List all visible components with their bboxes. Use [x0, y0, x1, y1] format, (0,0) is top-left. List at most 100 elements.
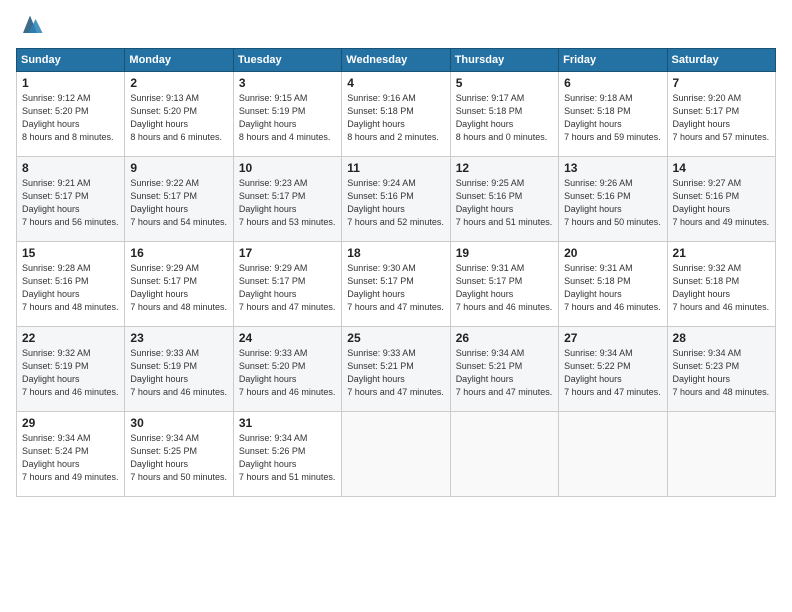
day-number: 11 — [347, 161, 444, 175]
day-info: Sunrise: 9:25 AMSunset: 5:16 PMDaylight … — [456, 177, 553, 229]
day-number: 5 — [456, 76, 553, 90]
day-info: Sunrise: 9:24 AMSunset: 5:16 PMDaylight … — [347, 177, 444, 229]
day-number: 8 — [22, 161, 119, 175]
day-number: 2 — [130, 76, 227, 90]
calendar-cell — [450, 412, 558, 497]
day-number: 21 — [673, 246, 770, 260]
day-number: 16 — [130, 246, 227, 260]
calendar-cell: 9 Sunrise: 9:22 AMSunset: 5:17 PMDayligh… — [125, 157, 233, 242]
day-number: 26 — [456, 331, 553, 345]
calendar-cell: 28 Sunrise: 9:34 AMSunset: 5:23 PMDaylig… — [667, 327, 775, 412]
day-info: Sunrise: 9:34 AMSunset: 5:23 PMDaylight … — [673, 347, 770, 399]
day-number: 30 — [130, 416, 227, 430]
day-number: 19 — [456, 246, 553, 260]
day-info: Sunrise: 9:33 AMSunset: 5:21 PMDaylight … — [347, 347, 444, 399]
calendar-cell: 10 Sunrise: 9:23 AMSunset: 5:17 PMDaylig… — [233, 157, 341, 242]
calendar-cell: 2 Sunrise: 9:13 AMSunset: 5:20 PMDayligh… — [125, 72, 233, 157]
calendar-cell: 24 Sunrise: 9:33 AMSunset: 5:20 PMDaylig… — [233, 327, 341, 412]
day-info: Sunrise: 9:16 AMSunset: 5:18 PMDaylight … — [347, 92, 444, 144]
day-info: Sunrise: 9:29 AMSunset: 5:17 PMDaylight … — [130, 262, 227, 314]
calendar-cell: 16 Sunrise: 9:29 AMSunset: 5:17 PMDaylig… — [125, 242, 233, 327]
day-info: Sunrise: 9:18 AMSunset: 5:18 PMDaylight … — [564, 92, 661, 144]
calendar-cell — [342, 412, 450, 497]
calendar-cell — [559, 412, 667, 497]
day-info: Sunrise: 9:33 AMSunset: 5:19 PMDaylight … — [130, 347, 227, 399]
day-number: 6 — [564, 76, 661, 90]
day-info: Sunrise: 9:31 AMSunset: 5:18 PMDaylight … — [564, 262, 661, 314]
day-info: Sunrise: 9:26 AMSunset: 5:16 PMDaylight … — [564, 177, 661, 229]
calendar-cell: 23 Sunrise: 9:33 AMSunset: 5:19 PMDaylig… — [125, 327, 233, 412]
calendar-cell: 18 Sunrise: 9:30 AMSunset: 5:17 PMDaylig… — [342, 242, 450, 327]
day-number: 22 — [22, 331, 119, 345]
calendar-cell: 1 Sunrise: 9:12 AMSunset: 5:20 PMDayligh… — [17, 72, 125, 157]
day-number: 10 — [239, 161, 336, 175]
day-info: Sunrise: 9:21 AMSunset: 5:17 PMDaylight … — [22, 177, 119, 229]
day-info: Sunrise: 9:20 AMSunset: 5:17 PMDaylight … — [673, 92, 770, 144]
calendar-cell: 19 Sunrise: 9:31 AMSunset: 5:17 PMDaylig… — [450, 242, 558, 327]
day-number: 29 — [22, 416, 119, 430]
calendar-cell: 29 Sunrise: 9:34 AMSunset: 5:24 PMDaylig… — [17, 412, 125, 497]
day-number: 1 — [22, 76, 119, 90]
day-info: Sunrise: 9:34 AMSunset: 5:21 PMDaylight … — [456, 347, 553, 399]
calendar-cell: 31 Sunrise: 9:34 AMSunset: 5:26 PMDaylig… — [233, 412, 341, 497]
weekday-header-thursday: Thursday — [450, 49, 558, 72]
day-number: 4 — [347, 76, 444, 90]
calendar-cell: 13 Sunrise: 9:26 AMSunset: 5:16 PMDaylig… — [559, 157, 667, 242]
day-info: Sunrise: 9:15 AMSunset: 5:19 PMDaylight … — [239, 92, 336, 144]
day-number: 23 — [130, 331, 227, 345]
day-info: Sunrise: 9:32 AMSunset: 5:18 PMDaylight … — [673, 262, 770, 314]
day-number: 12 — [456, 161, 553, 175]
day-info: Sunrise: 9:29 AMSunset: 5:17 PMDaylight … — [239, 262, 336, 314]
calendar-cell: 3 Sunrise: 9:15 AMSunset: 5:19 PMDayligh… — [233, 72, 341, 157]
day-info: Sunrise: 9:30 AMSunset: 5:17 PMDaylight … — [347, 262, 444, 314]
calendar-cell: 15 Sunrise: 9:28 AMSunset: 5:16 PMDaylig… — [17, 242, 125, 327]
day-number: 27 — [564, 331, 661, 345]
calendar-cell: 4 Sunrise: 9:16 AMSunset: 5:18 PMDayligh… — [342, 72, 450, 157]
day-info: Sunrise: 9:34 AMSunset: 5:26 PMDaylight … — [239, 432, 336, 484]
day-number: 15 — [22, 246, 119, 260]
day-number: 20 — [564, 246, 661, 260]
day-info: Sunrise: 9:17 AMSunset: 5:18 PMDaylight … — [456, 92, 553, 144]
day-info: Sunrise: 9:27 AMSunset: 5:16 PMDaylight … — [673, 177, 770, 229]
calendar-cell: 7 Sunrise: 9:20 AMSunset: 5:17 PMDayligh… — [667, 72, 775, 157]
calendar-cell: 14 Sunrise: 9:27 AMSunset: 5:16 PMDaylig… — [667, 157, 775, 242]
calendar-cell: 8 Sunrise: 9:21 AMSunset: 5:17 PMDayligh… — [17, 157, 125, 242]
calendar-cell: 12 Sunrise: 9:25 AMSunset: 5:16 PMDaylig… — [450, 157, 558, 242]
day-info: Sunrise: 9:13 AMSunset: 5:20 PMDaylight … — [130, 92, 227, 144]
weekday-header-wednesday: Wednesday — [342, 49, 450, 72]
logo — [16, 12, 48, 40]
day-info: Sunrise: 9:34 AMSunset: 5:24 PMDaylight … — [22, 432, 119, 484]
weekday-header-monday: Monday — [125, 49, 233, 72]
day-info: Sunrise: 9:12 AMSunset: 5:20 PMDaylight … — [22, 92, 119, 144]
day-info: Sunrise: 9:31 AMSunset: 5:17 PMDaylight … — [456, 262, 553, 314]
day-number: 24 — [239, 331, 336, 345]
day-info: Sunrise: 9:28 AMSunset: 5:16 PMDaylight … — [22, 262, 119, 314]
day-number: 9 — [130, 161, 227, 175]
weekday-header-saturday: Saturday — [667, 49, 775, 72]
calendar-cell: 22 Sunrise: 9:32 AMSunset: 5:19 PMDaylig… — [17, 327, 125, 412]
weekday-header-tuesday: Tuesday — [233, 49, 341, 72]
day-info: Sunrise: 9:32 AMSunset: 5:19 PMDaylight … — [22, 347, 119, 399]
day-number: 28 — [673, 331, 770, 345]
calendar-table: SundayMondayTuesdayWednesdayThursdayFrid… — [16, 48, 776, 497]
weekday-header-sunday: Sunday — [17, 49, 125, 72]
day-info: Sunrise: 9:22 AMSunset: 5:17 PMDaylight … — [130, 177, 227, 229]
calendar-cell: 21 Sunrise: 9:32 AMSunset: 5:18 PMDaylig… — [667, 242, 775, 327]
day-number: 13 — [564, 161, 661, 175]
calendar-cell: 11 Sunrise: 9:24 AMSunset: 5:16 PMDaylig… — [342, 157, 450, 242]
day-number: 7 — [673, 76, 770, 90]
day-number: 3 — [239, 76, 336, 90]
day-info: Sunrise: 9:34 AMSunset: 5:25 PMDaylight … — [130, 432, 227, 484]
calendar-cell: 17 Sunrise: 9:29 AMSunset: 5:17 PMDaylig… — [233, 242, 341, 327]
calendar-cell — [667, 412, 775, 497]
calendar-cell: 27 Sunrise: 9:34 AMSunset: 5:22 PMDaylig… — [559, 327, 667, 412]
day-info: Sunrise: 9:33 AMSunset: 5:20 PMDaylight … — [239, 347, 336, 399]
day-info: Sunrise: 9:34 AMSunset: 5:22 PMDaylight … — [564, 347, 661, 399]
day-info: Sunrise: 9:23 AMSunset: 5:17 PMDaylight … — [239, 177, 336, 229]
calendar-cell: 30 Sunrise: 9:34 AMSunset: 5:25 PMDaylig… — [125, 412, 233, 497]
calendar-cell: 26 Sunrise: 9:34 AMSunset: 5:21 PMDaylig… — [450, 327, 558, 412]
day-number: 18 — [347, 246, 444, 260]
page-header — [16, 12, 776, 40]
day-number: 31 — [239, 416, 336, 430]
calendar-cell: 25 Sunrise: 9:33 AMSunset: 5:21 PMDaylig… — [342, 327, 450, 412]
